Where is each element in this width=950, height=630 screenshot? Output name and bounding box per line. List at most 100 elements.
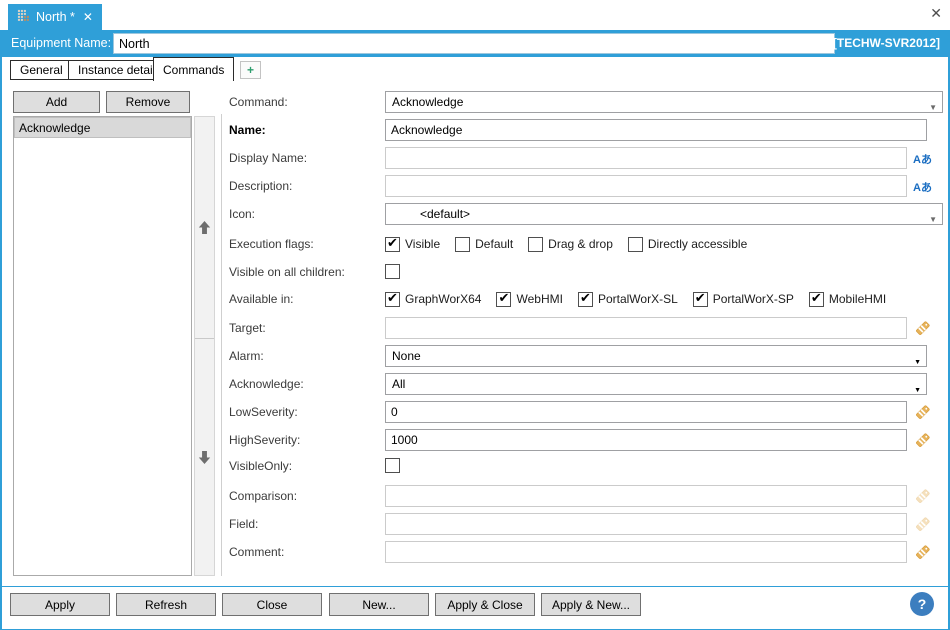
checkbox-option-directly-accessible[interactable]: Directly accessible [628,237,747,252]
form-row-visible-on-all-children: Visible on all children: [229,264,942,280]
checkbox[interactable] [528,237,543,252]
tab-add[interactable]: + [240,61,261,79]
remove-button[interactable]: Remove [106,91,190,113]
checkbox[interactable] [385,237,400,252]
list-item[interactable]: Acknowledge [14,117,191,138]
checkbox-label: Directly accessible [648,237,747,251]
checkbox[interactable] [578,292,593,307]
chevron-down-icon: ▼ [929,98,937,118]
chevron-down-icon: ▼ [914,353,921,373]
checkbox[interactable] [628,237,643,252]
apply-button[interactable]: Apply [10,593,110,616]
form-row-comment: Comment: [229,541,942,563]
tag-browse-icon[interactable] [915,544,931,560]
tag-browse-icon[interactable] [915,320,931,336]
visible-on-all-children-checkbox[interactable] [385,264,400,279]
comparison-input[interactable] [385,485,907,507]
visible-only-checkbox[interactable] [385,458,400,473]
command-label: Command: [229,91,379,113]
up-arrow-icon [198,220,211,235]
icon-value: <default> [420,207,470,221]
move-up-button[interactable] [195,117,214,339]
low-severity-input[interactable] [385,401,907,423]
target-input[interactable] [385,317,907,339]
alarm-value: None [392,349,421,363]
move-down-button[interactable] [195,340,214,575]
comment-input[interactable] [385,541,907,563]
execution-flags-group: Visible Default Drag & drop Directly access… [385,236,747,252]
high-severity-input[interactable] [385,429,907,451]
equipment-name-label: Equipment Name: [11,36,111,50]
checkbox[interactable] [809,292,824,307]
checkbox-option-graphworx64[interactable]: GraphWorX64 [385,292,481,307]
workbench-window: North * ✕ ✕ Equipment Name: [TECHW-SVR20… [0,0,950,630]
checkbox-option-webhmi[interactable]: WebHMI [496,292,562,307]
localization-icon[interactable]: Aあ [913,179,932,195]
tab-commands[interactable]: Commands [153,57,234,81]
description-label: Description: [229,175,379,197]
checkbox[interactable] [455,237,470,252]
new-button[interactable]: New... [329,593,429,616]
low-severity-label: LowSeverity: [229,401,379,423]
checkbox[interactable] [693,292,708,307]
server-name-label: [TECHW-SVR2012] [833,36,940,50]
command-dropdown[interactable]: Acknowledge ▼ [385,91,943,113]
form-row-display-name: Display Name: Aあ [229,147,942,169]
icon-label: Icon: [229,203,379,225]
available-in-label: Available in: [229,291,379,307]
checkbox-option-visible[interactable]: Visible [385,237,440,252]
window-body: Equipment Name: [TECHW-SVR2012] General … [0,30,950,630]
tag-browse-icon-disabled [915,516,931,532]
add-button[interactable]: Add [13,91,100,113]
icon-dropdown[interactable]: <default> ▼ [385,203,943,225]
checkbox-option-mobilehmi[interactable]: MobileHMI [809,292,886,307]
document-tab-close-icon[interactable]: ✕ [83,10,93,24]
equipment-name-bar: Equipment Name: [TECHW-SVR2012] [2,30,948,57]
commands-tab-content: Add Remove Acknowledge Command: Acknowle… [2,80,948,586]
display-name-input[interactable] [385,147,907,169]
tag-browse-icon-disabled [915,488,931,504]
checkbox-option-drag-drop[interactable]: Drag & drop [528,237,613,252]
checkbox-option-portalworx-sl[interactable]: PortalWorX-SL [578,292,678,307]
field-input[interactable] [385,513,907,535]
description-input[interactable] [385,175,907,197]
checkbox[interactable] [496,292,511,307]
refresh-button[interactable]: Refresh [116,593,216,616]
document-tab-north[interactable]: North * ✕ [8,4,102,30]
checkbox-option-default[interactable]: Default [455,237,513,252]
visible-only-label: VisibleOnly: [229,458,379,474]
visible-on-all-children-label: Visible on all children: [229,264,379,280]
close-button[interactable]: Close [222,593,322,616]
form-row-acknowledge: Acknowledge: All ▼ [229,373,942,395]
form-row-visible-only: VisibleOnly: [229,458,942,474]
help-button[interactable]: ? [910,592,934,616]
alarm-dropdown[interactable]: None ▼ [385,345,927,367]
tag-browse-icon[interactable] [915,404,931,420]
apply-and-close-button[interactable]: Apply & Close [435,593,535,616]
chevron-down-icon: ▼ [929,210,937,230]
footer-button-bar: Apply Refresh Close New... Apply & Close… [2,586,948,629]
acknowledge-dropdown[interactable]: All ▼ [385,373,927,395]
comment-label: Comment: [229,541,379,563]
commands-list[interactable]: Acknowledge [13,116,192,576]
form-row-alarm: Alarm: None ▼ [229,345,942,367]
apply-and-new-button[interactable]: Apply & New... [541,593,641,616]
equipment-name-input[interactable] [113,33,835,54]
reorder-strip [194,116,215,576]
checkbox-label: MobileHMI [829,292,886,306]
target-label: Target: [229,317,379,339]
comparison-label: Comparison: [229,485,379,507]
form-row-low-severity: LowSeverity: [229,401,942,423]
alarm-label: Alarm: [229,345,379,367]
tag-browse-icon[interactable] [915,432,931,448]
window-close-icon[interactable]: ✕ [930,6,942,20]
localization-icon[interactable]: Aあ [913,151,932,167]
name-input[interactable] [385,119,927,141]
form-row-command: Command: Acknowledge ▼ [229,91,942,113]
tab-general[interactable]: General [10,60,73,80]
display-name-label: Display Name: [229,147,379,169]
field-label: Field: [229,513,379,535]
checkbox[interactable] [385,292,400,307]
down-arrow-icon [198,450,211,465]
checkbox-option-portalworx-sp[interactable]: PortalWorX-SP [693,292,794,307]
